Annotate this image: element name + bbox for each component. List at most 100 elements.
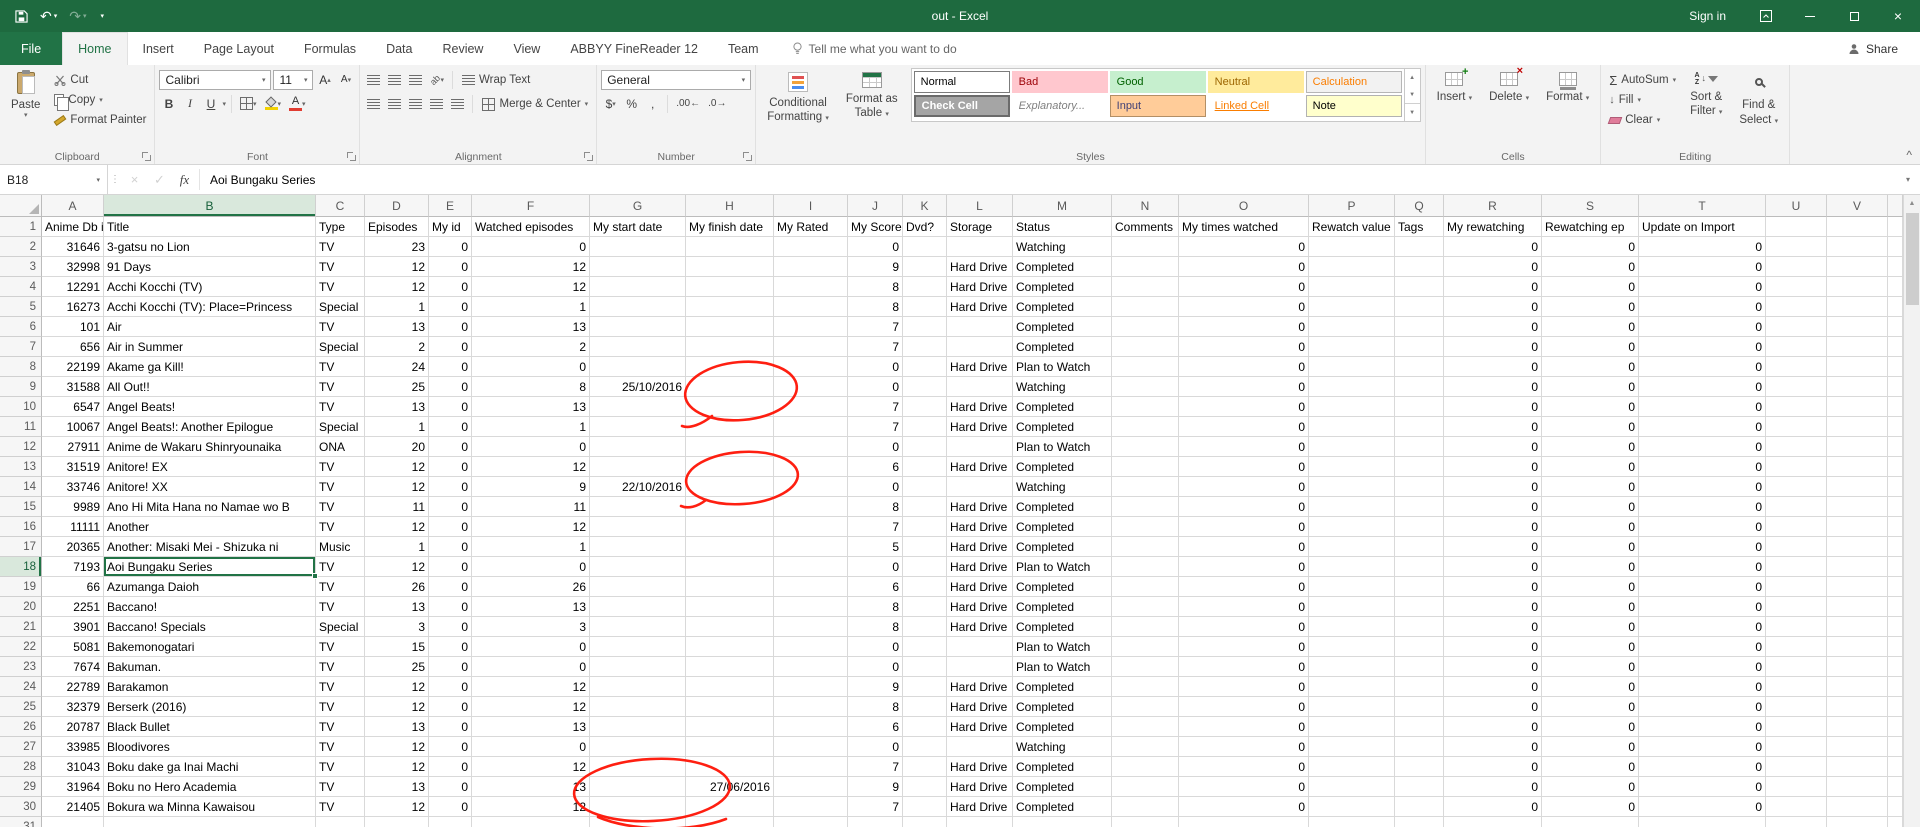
cell-S12[interactable]: 0 xyxy=(1542,437,1639,457)
cell-U26[interactable] xyxy=(1766,717,1827,737)
cell-Q29[interactable] xyxy=(1395,777,1444,797)
row-header-7[interactable]: 7 xyxy=(0,337,42,357)
cell-E31[interactable] xyxy=(429,817,472,827)
cell-T4[interactable]: 0 xyxy=(1639,277,1766,297)
align-bottom-button[interactable] xyxy=(406,71,425,90)
cell-style-good[interactable]: Good xyxy=(1109,71,1206,93)
cell-F30[interactable]: 12 xyxy=(472,797,590,817)
cell-H10[interactable] xyxy=(686,397,774,417)
row-header-24[interactable]: 24 xyxy=(0,677,42,697)
cell-Q27[interactable] xyxy=(1395,737,1444,757)
cell-D10[interactable]: 13 xyxy=(365,397,429,417)
cell-N9[interactable] xyxy=(1112,377,1179,397)
tab-view[interactable]: View xyxy=(498,32,555,65)
cell-Q12[interactable] xyxy=(1395,437,1444,457)
column-header-B[interactable]: B xyxy=(104,195,316,217)
cell-F15[interactable]: 11 xyxy=(472,497,590,517)
row-header-21[interactable]: 21 xyxy=(0,617,42,637)
cell-I16[interactable] xyxy=(774,517,848,537)
cell-I14[interactable] xyxy=(774,477,848,497)
cell-G4[interactable] xyxy=(590,277,686,297)
cell-J16[interactable]: 7 xyxy=(848,517,903,537)
cell-K7[interactable] xyxy=(903,337,947,357)
cell-D2[interactable]: 23 xyxy=(365,237,429,257)
cell-A29[interactable]: 31964 xyxy=(42,777,104,797)
cell-A16[interactable]: 11111 xyxy=(42,517,104,537)
confirm-entry-button[interactable]: ✓ xyxy=(147,165,172,194)
cell-O19[interactable]: 0 xyxy=(1179,577,1309,597)
cell-K2[interactable] xyxy=(903,237,947,257)
cell-B19[interactable]: Azumanga Daioh xyxy=(104,577,316,597)
cell-E2[interactable]: 0 xyxy=(429,237,472,257)
cell-J19[interactable]: 6 xyxy=(848,577,903,597)
cell-G23[interactable] xyxy=(590,657,686,677)
cell-S17[interactable]: 0 xyxy=(1542,537,1639,557)
cell-F31[interactable] xyxy=(472,817,590,827)
cell-A9[interactable]: 31588 xyxy=(42,377,104,397)
font-name-select[interactable]: Calibri ▾ xyxy=(159,70,272,90)
cell-B26[interactable]: Black Bullet xyxy=(104,717,316,737)
cell-U8[interactable] xyxy=(1766,357,1827,377)
cell-M5[interactable]: Completed xyxy=(1013,297,1112,317)
cell-G14[interactable]: 22/10/2016 xyxy=(590,477,686,497)
cell-R2[interactable]: 0 xyxy=(1444,237,1542,257)
cell-J6[interactable]: 7 xyxy=(848,317,903,337)
cell-N13[interactable] xyxy=(1112,457,1179,477)
cell-R31[interactable] xyxy=(1444,817,1542,827)
cell-G29[interactable] xyxy=(590,777,686,797)
cell-B2[interactable]: 3-gatsu no Lion xyxy=(104,237,316,257)
cell-Q11[interactable] xyxy=(1395,417,1444,437)
cell-P4[interactable] xyxy=(1309,277,1395,297)
cell-M12[interactable]: Plan to Watch xyxy=(1013,437,1112,457)
cell-style-bad[interactable]: Bad xyxy=(1011,71,1108,93)
cell-S23[interactable]: 0 xyxy=(1542,657,1639,677)
cell-M24[interactable]: Completed xyxy=(1013,677,1112,697)
name-box[interactable]: B18 ▾ xyxy=(0,165,108,194)
align-center-button[interactable] xyxy=(385,95,404,114)
cell-O25[interactable]: 0 xyxy=(1179,697,1309,717)
cell-Q18[interactable] xyxy=(1395,557,1444,577)
cell-Q10[interactable] xyxy=(1395,397,1444,417)
increase-indent-button[interactable] xyxy=(448,95,467,114)
cell-F12[interactable]: 0 xyxy=(472,437,590,457)
cell-Q1[interactable]: Tags xyxy=(1395,217,1444,237)
cell-L13[interactable]: Hard Drive xyxy=(947,457,1013,477)
cell-O12[interactable]: 0 xyxy=(1179,437,1309,457)
cell-J13[interactable]: 6 xyxy=(848,457,903,477)
cell-I24[interactable] xyxy=(774,677,848,697)
cell-J5[interactable]: 8 xyxy=(848,297,903,317)
cell-J10[interactable]: 7 xyxy=(848,397,903,417)
row-header-10[interactable]: 10 xyxy=(0,397,42,417)
cell-O3[interactable]: 0 xyxy=(1179,257,1309,277)
row-header-5[interactable]: 5 xyxy=(0,297,42,317)
cell-U18[interactable] xyxy=(1766,557,1827,577)
cell-O8[interactable]: 0 xyxy=(1179,357,1309,377)
cell-V17[interactable] xyxy=(1827,537,1888,557)
cell-L22[interactable] xyxy=(947,637,1013,657)
tab-file[interactable]: File xyxy=(0,32,63,65)
cell-K11[interactable] xyxy=(903,417,947,437)
cell-O4[interactable]: 0 xyxy=(1179,277,1309,297)
cell-K8[interactable] xyxy=(903,357,947,377)
cell-V20[interactable] xyxy=(1827,597,1888,617)
cell-E11[interactable]: 0 xyxy=(429,417,472,437)
cell-U22[interactable] xyxy=(1766,637,1827,657)
cell-N4[interactable] xyxy=(1112,277,1179,297)
cell-B9[interactable]: All Out!! xyxy=(104,377,316,397)
cell-style-explanatory[interactable]: Explanatory... xyxy=(1011,95,1108,117)
cell-U16[interactable] xyxy=(1766,517,1827,537)
cell-E25[interactable]: 0 xyxy=(429,697,472,717)
cell-U19[interactable] xyxy=(1766,577,1827,597)
cell-J11[interactable]: 7 xyxy=(848,417,903,437)
cell-R16[interactable]: 0 xyxy=(1444,517,1542,537)
cell-T28[interactable]: 0 xyxy=(1639,757,1766,777)
cell-R6[interactable]: 0 xyxy=(1444,317,1542,337)
cell-U27[interactable] xyxy=(1766,737,1827,757)
cell-I12[interactable] xyxy=(774,437,848,457)
cell-N7[interactable] xyxy=(1112,337,1179,357)
underline-button[interactable]: U xyxy=(201,94,220,113)
cell-G22[interactable] xyxy=(590,637,686,657)
cell-A13[interactable]: 31519 xyxy=(42,457,104,477)
cell-R15[interactable]: 0 xyxy=(1444,497,1542,517)
cell-H22[interactable] xyxy=(686,637,774,657)
